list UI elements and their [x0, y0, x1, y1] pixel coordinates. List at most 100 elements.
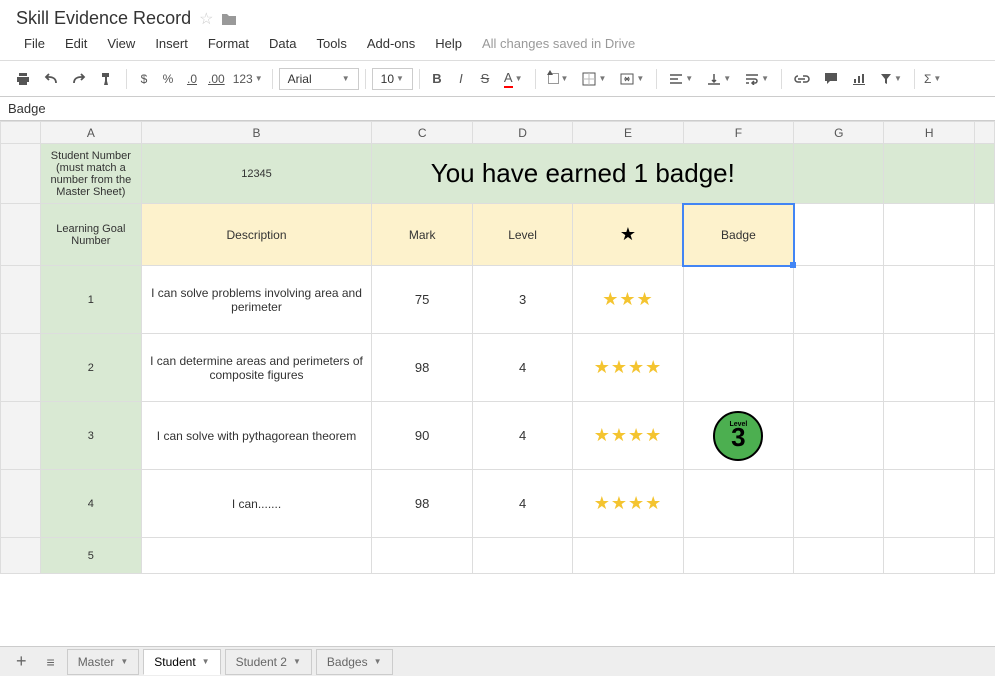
cell-H2[interactable]: [884, 204, 974, 266]
cell-F3[interactable]: [683, 266, 793, 334]
cell-D6[interactable]: 4: [472, 470, 572, 538]
cell-I2[interactable]: [974, 204, 994, 266]
doc-title[interactable]: Skill Evidence Record: [16, 8, 191, 29]
cell-F5[interactable]: Level3: [683, 402, 793, 470]
banner-cell[interactable]: You have earned 1 badge!: [372, 144, 794, 204]
cell-G4[interactable]: [794, 334, 884, 402]
cell-I1[interactable]: [974, 144, 994, 204]
undo-icon[interactable]: [38, 67, 64, 91]
valign-button[interactable]: ▼: [701, 67, 737, 91]
add-sheet-button[interactable]: +: [8, 651, 35, 672]
col-header-D[interactable]: D: [472, 122, 572, 144]
row-header[interactable]: [1, 402, 41, 470]
cell-G1[interactable]: [794, 144, 884, 204]
menu-data[interactable]: Data: [261, 33, 304, 54]
chevron-down-icon[interactable]: ▼: [293, 657, 301, 666]
cell-E7[interactable]: [573, 538, 683, 574]
print-icon[interactable]: [10, 67, 36, 91]
cell-D4[interactable]: 4: [472, 334, 572, 402]
cell-F4[interactable]: [683, 334, 793, 402]
sheet-tab-badges[interactable]: Badges ▼: [316, 649, 393, 675]
sheet-tab-master[interactable]: Master ▼: [67, 649, 140, 675]
cell-A4[interactable]: 2: [41, 334, 141, 402]
cell-F2-selected[interactable]: Badge: [683, 204, 793, 266]
fill-color-button[interactable]: ▼: [542, 67, 575, 91]
cell-I6[interactable]: [974, 470, 994, 538]
cell-I4[interactable]: [974, 334, 994, 402]
menu-help[interactable]: Help: [427, 33, 470, 54]
chart-icon[interactable]: [846, 67, 872, 91]
sheet-tab-student[interactable]: Student ▼: [143, 649, 220, 675]
cell-F6[interactable]: [683, 470, 793, 538]
cell-A3[interactable]: 1: [41, 266, 141, 334]
text-color-button[interactable]: A▼: [498, 67, 529, 91]
select-all-corner[interactable]: [1, 122, 41, 144]
cell-C7[interactable]: [372, 538, 472, 574]
merge-cells-button[interactable]: ▼: [614, 67, 650, 91]
all-sheets-button[interactable]: ≡: [39, 654, 63, 670]
col-header-C[interactable]: C: [372, 122, 472, 144]
cell-E2[interactable]: ★: [573, 204, 683, 266]
cell-G5[interactable]: [794, 402, 884, 470]
number-format-button[interactable]: 123▼: [230, 67, 266, 91]
cell-E4[interactable]: ★★★★: [573, 334, 683, 402]
cell-E5[interactable]: ★★★★: [573, 402, 683, 470]
bold-button[interactable]: B: [426, 67, 448, 91]
menu-addons[interactable]: Add-ons: [359, 33, 423, 54]
cell-A2[interactable]: Learning Goal Number: [41, 204, 141, 266]
decrease-decimal-button[interactable]: .0: [181, 67, 203, 91]
menu-tools[interactable]: Tools: [308, 33, 354, 54]
functions-button[interactable]: Σ▼: [921, 67, 944, 91]
col-header-A[interactable]: A: [41, 122, 141, 144]
cell-G6[interactable]: [794, 470, 884, 538]
wrap-button[interactable]: ▼: [739, 67, 775, 91]
folder-icon[interactable]: [221, 12, 237, 26]
cell-D3[interactable]: 3: [472, 266, 572, 334]
cell-E6[interactable]: ★★★★: [573, 470, 683, 538]
chevron-down-icon[interactable]: ▼: [202, 657, 210, 666]
row-header[interactable]: [1, 470, 41, 538]
menu-file[interactable]: File: [16, 33, 53, 54]
chevron-down-icon[interactable]: ▼: [374, 657, 382, 666]
cell-B3[interactable]: I can solve problems involving area and …: [141, 266, 372, 334]
menu-format[interactable]: Format: [200, 33, 257, 54]
cell-B4[interactable]: I can determine areas and perimeters of …: [141, 334, 372, 402]
cell-F7[interactable]: [683, 538, 793, 574]
sheet-area[interactable]: A B C D E F G H Student Number (must mat…: [0, 121, 995, 649]
cell-B6[interactable]: I can.......: [141, 470, 372, 538]
cell-B5[interactable]: I can solve with pythagorean theorem: [141, 402, 372, 470]
comment-icon[interactable]: [818, 67, 844, 91]
col-header-H[interactable]: H: [884, 122, 974, 144]
font-size-selector[interactable]: 10▼: [372, 68, 413, 90]
strikethrough-button[interactable]: S: [474, 67, 496, 91]
cell-G7[interactable]: [794, 538, 884, 574]
row-header[interactable]: [1, 266, 41, 334]
row-header[interactable]: [1, 538, 41, 574]
font-selector[interactable]: Arial▼: [279, 68, 359, 90]
cell-B1[interactable]: 12345: [141, 144, 372, 204]
row-header[interactable]: [1, 204, 41, 266]
chevron-down-icon[interactable]: ▼: [120, 657, 128, 666]
row-header[interactable]: [1, 334, 41, 402]
cell-B2[interactable]: Description: [141, 204, 372, 266]
filter-icon[interactable]: ▼: [874, 67, 908, 91]
italic-button[interactable]: I: [450, 67, 472, 91]
cell-H6[interactable]: [884, 470, 974, 538]
star-icon[interactable]: ☆: [199, 9, 213, 29]
cell-G3[interactable]: [794, 266, 884, 334]
cell-C6[interactable]: 98: [372, 470, 472, 538]
cell-H4[interactable]: [884, 334, 974, 402]
paint-format-icon[interactable]: [94, 67, 120, 91]
halign-button[interactable]: ▼: [663, 67, 699, 91]
formula-bar[interactable]: Badge: [0, 97, 995, 121]
col-header-E[interactable]: E: [573, 122, 683, 144]
cell-I5[interactable]: [974, 402, 994, 470]
cell-D7[interactable]: [472, 538, 572, 574]
menu-edit[interactable]: Edit: [57, 33, 95, 54]
cell-H3[interactable]: [884, 266, 974, 334]
redo-icon[interactable]: [66, 67, 92, 91]
cell-I3[interactable]: [974, 266, 994, 334]
col-header-B[interactable]: B: [141, 122, 372, 144]
cell-C3[interactable]: 75: [372, 266, 472, 334]
menu-view[interactable]: View: [99, 33, 143, 54]
